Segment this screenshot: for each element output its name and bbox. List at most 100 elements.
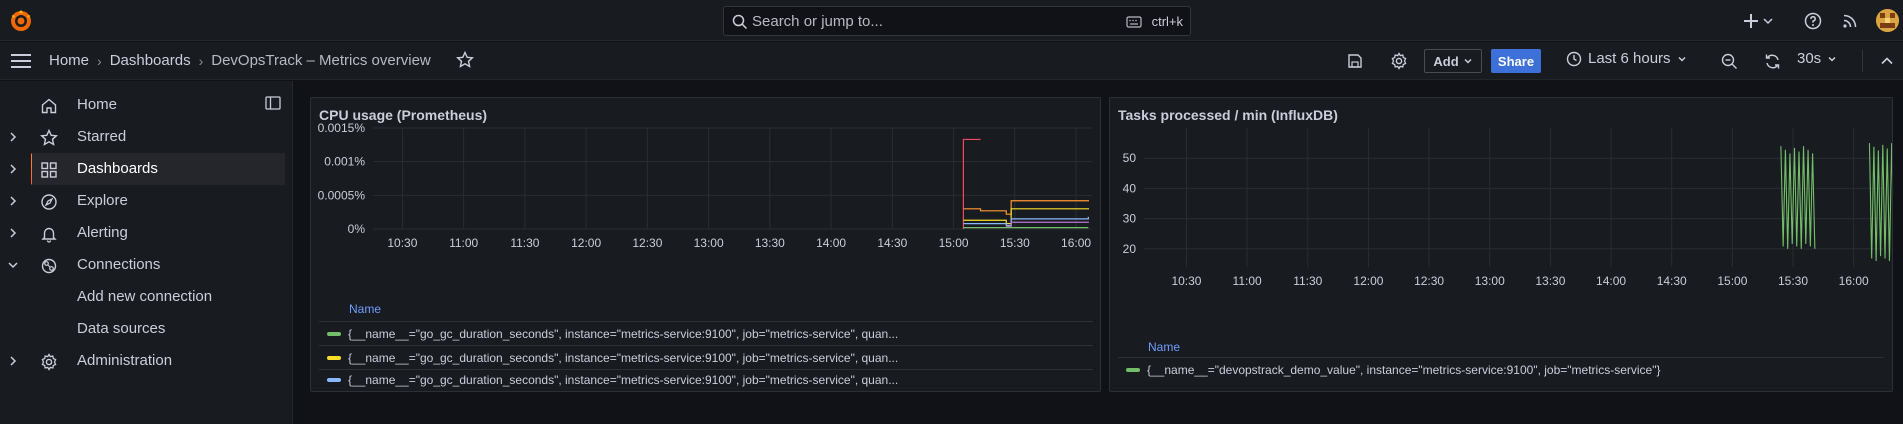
legend-label: {__name__="go_gc_duration_seconds", inst… [348, 372, 899, 387]
sidebar-item-label: Explore [77, 192, 128, 209]
sidebar-item-connections[interactable]: Connections [0, 249, 285, 281]
x-tick-label: 11:30 [510, 236, 539, 250]
chevron-down-icon [1828, 56, 1836, 62]
sidebar-item-alerting[interactable]: Alerting [0, 217, 285, 249]
tasks-processed-chart: 10:30 11:00 11:30 12:00 12:30 13:00 13:30 14:00… [1123, 128, 1892, 288]
zoom-out-icon [1721, 53, 1737, 69]
legend-swatch [327, 377, 341, 382]
sidebar-item-home[interactable]: Home [0, 89, 285, 121]
refresh-interval-picker[interactable]: 30s [1797, 50, 1837, 67]
star-icon [40, 129, 58, 146]
sync-icon [1765, 54, 1779, 68]
sidebar-item-administration[interactable]: Administration [0, 345, 285, 377]
chevron-right-icon[interactable] [6, 354, 20, 368]
plus-icon [1744, 14, 1773, 28]
chevron-right-icon[interactable] [6, 130, 20, 144]
add-button[interactable]: Add [1424, 49, 1482, 73]
x-tick-label: 15:30 [1000, 236, 1030, 250]
cpu-usage-chart: 10:30 11:00 11:30 12:00 12:30 13:00 13:30 14:00… [318, 121, 1092, 250]
legend-swatch [327, 331, 341, 336]
y-tick-label: 0.0015% [318, 121, 366, 135]
clock-icon [1566, 51, 1582, 66]
legend-swatch [327, 355, 341, 360]
share-button[interactable]: Share [1491, 49, 1541, 73]
y-tick-label: 0.0005% [318, 188, 366, 202]
search-input[interactable]: Search or jump to... ctrl+k [723, 6, 1191, 36]
time-range-label: Last 6 hours [1588, 50, 1671, 67]
chevron-right-icon[interactable] [6, 194, 20, 208]
chevron-up-icon [1881, 57, 1893, 65]
chevron-right-icon: › [198, 52, 204, 69]
x-tick-label: 10:30 [1171, 274, 1201, 288]
x-tick-label: 15:00 [939, 236, 969, 250]
chevron-down-icon [1678, 56, 1686, 62]
user-avatar[interactable] [1876, 9, 1899, 32]
sidebar-subitem-data-sources[interactable]: Data sources [77, 320, 165, 337]
x-tick-label: 13:00 [1475, 274, 1505, 288]
x-tick-label: 10:30 [387, 236, 417, 250]
add-button-label: Add [1433, 53, 1459, 69]
grafana-logo[interactable] [9, 9, 33, 33]
save-icon [1348, 54, 1362, 68]
y-tick-label: 50 [1123, 151, 1137, 165]
rss-icon [1843, 14, 1857, 28]
sidebar-item-label: Administration [77, 352, 173, 369]
star-icon[interactable] [456, 51, 474, 69]
legend-item[interactable]: {__name__="go_gc_duration_seconds", inst… [319, 321, 1093, 345]
dashboards-icon [41, 162, 57, 178]
x-tick-label: 14:30 [1657, 274, 1687, 288]
x-tick-label: 16:00 [1061, 236, 1091, 250]
time-range-picker[interactable]: Last 6 hours [1566, 50, 1687, 67]
y-tick-label: 30 [1123, 212, 1137, 226]
legend-header[interactable]: Name [1148, 340, 1180, 354]
new-menu-button[interactable] [1742, 10, 1776, 32]
bell-icon [41, 227, 57, 243]
legend-label: {__name__="devopstrack_demo_value", inst… [1147, 362, 1661, 377]
top-bar: Search or jump to... ctrl+k [0, 0, 1903, 41]
sidebar-item-explore[interactable]: Explore [0, 185, 285, 217]
series-line [1780, 146, 1816, 249]
chevron-down-icon [1464, 58, 1472, 64]
toolbar-divider [1862, 50, 1863, 72]
search-shortcut: ctrl+k [1151, 14, 1183, 29]
save-dashboard-button[interactable] [1344, 50, 1366, 72]
panel-cpu-usage[interactable]: CPU usage (Prometheus) 10:30 11:00 11:30 12… [310, 97, 1101, 392]
sidebar-item-label: Starred [77, 128, 127, 145]
keyboard-icon [1126, 16, 1142, 28]
legend-item[interactable]: {__name__="go_gc_duration_seconds", inst… [319, 345, 1093, 369]
refresh-interval-label: 30s [1797, 50, 1822, 67]
legend-item[interactable]: {__name__="go_gc_duration_seconds", inst… [319, 369, 1093, 389]
home-icon [41, 98, 57, 114]
y-tick-label: 0.001% [324, 155, 365, 169]
collapse-header-button[interactable] [1876, 50, 1898, 72]
gear-icon [1391, 52, 1407, 70]
x-tick-label: 11:30 [1293, 274, 1322, 288]
chevron-down-icon[interactable] [6, 258, 20, 272]
series-line [963, 200, 1089, 215]
chevron-right-icon[interactable] [6, 162, 20, 176]
legend-item[interactable]: {__name__="devopstrack_demo_value", inst… [1118, 357, 1884, 381]
help-button[interactable] [1802, 10, 1824, 32]
breadcrumb-home[interactable]: Home [49, 52, 89, 69]
sidebar-subitem-add-new-connection[interactable]: Add new connection [77, 288, 212, 305]
chevron-right-icon[interactable] [6, 226, 20, 240]
sidebar-item-label: Dashboards [77, 160, 158, 177]
zoom-out-button[interactable] [1718, 50, 1740, 72]
x-tick-label: 14:00 [816, 236, 846, 250]
dashboard-settings-button[interactable] [1388, 50, 1410, 72]
avatar-icon [1876, 9, 1899, 32]
menu-icon[interactable] [11, 53, 31, 69]
x-tick-label: 13:00 [694, 236, 724, 250]
search-placeholder: Search or jump to... [752, 13, 883, 30]
sidebar-item-dashboards[interactable]: Dashboards [32, 153, 285, 185]
panel-tasks-processed[interactable]: Tasks processed / min (InfluxDB) 10:30 11… [1109, 97, 1893, 392]
refresh-button[interactable] [1761, 50, 1783, 72]
legend-header[interactable]: Name [349, 302, 381, 316]
sidebar-item-starred[interactable]: Starred [0, 121, 285, 153]
x-tick-label: 15:30 [1778, 274, 1808, 288]
breadcrumb-dashboards[interactable]: Dashboards [110, 52, 191, 69]
sidebar-item-label: Alerting [77, 224, 128, 241]
x-tick-label: 14:00 [1596, 274, 1626, 288]
breadcrumb-current: DevOpsTrack – Metrics overview [211, 52, 431, 69]
news-button[interactable] [1839, 10, 1861, 32]
